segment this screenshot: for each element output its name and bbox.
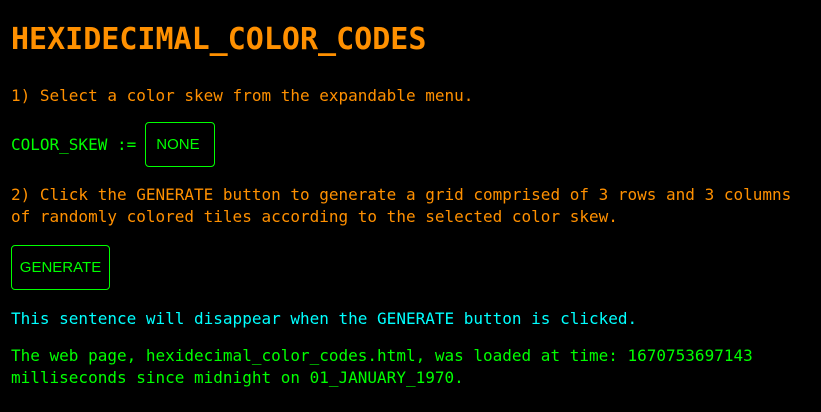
color-skew-label: COLOR_SKEW := — [11, 135, 137, 154]
color-skew-select[interactable]: NONE — [145, 122, 216, 167]
disappearing-notice: This sentence will disappear when the GE… — [11, 309, 638, 328]
step2-line-2: of randomly colored tiles according to t… — [11, 207, 618, 226]
step2-line-1: 2) Click the GENERATE button to generate… — [11, 185, 792, 204]
step1-instruction: 1) Select a color skew from the expandab… — [11, 86, 474, 105]
page-title: HEXIDECIMAL_COLOR_CODES — [11, 22, 427, 57]
load-time-info: The web page, hexidecimal_color_codes.ht… — [11, 345, 753, 389]
step2-instruction: 2) Click the GENERATE button to generate… — [11, 184, 791, 228]
generate-button[interactable]: GENERATE — [11, 245, 110, 290]
load-time-line-1: The web page, hexidecimal_color_codes.ht… — [11, 346, 753, 365]
load-time-line-2: milliseconds since midnight on 01_JANUAR… — [11, 368, 464, 387]
color-skew-selected-value: NONE — [156, 136, 200, 153]
color-skew-row: COLOR_SKEW := NONE — [11, 122, 216, 167]
